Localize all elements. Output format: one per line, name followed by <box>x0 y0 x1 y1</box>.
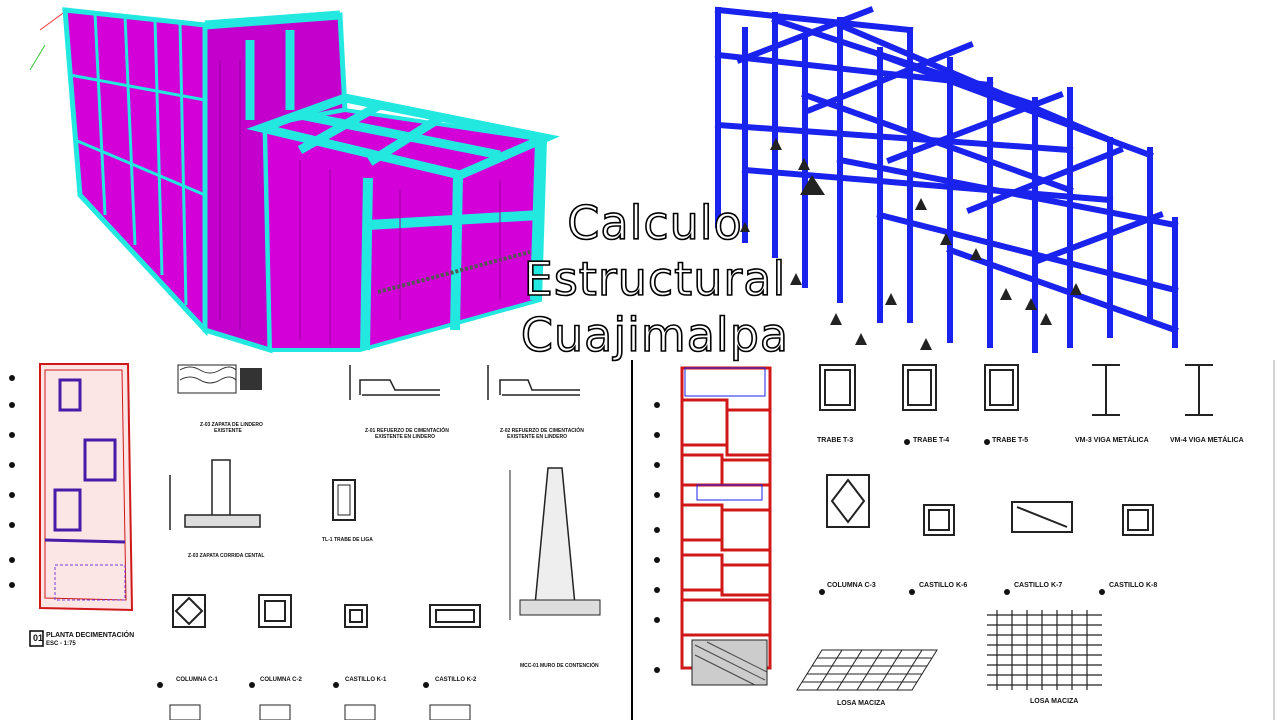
detail-t3-title: TRABE T-3 <box>817 437 854 444</box>
structural-details-drawing <box>654 360 1275 720</box>
detail-z02-subtitle: EXISTENTE EN LINDERO <box>507 434 568 440</box>
detail-k1-title: CASTILLO K-1 <box>345 677 387 683</box>
plan-number: 01 <box>33 633 44 643</box>
foundation-plan-sheet: 01 PLANTA DECIMENTACIÓN ESC - 1:75 Z-03 … <box>0 360 635 720</box>
title-line-2: Estructural <box>523 251 787 307</box>
detail-z03b-title: Z-03 ZAPATA CORRIDA CENTAL <box>188 553 265 559</box>
detail-t5-title: TRABE T-5 <box>992 437 1029 444</box>
detail-losa1-title: LOSA MACIZA <box>837 700 886 707</box>
detail-vm3-title: VM-3 VIGA METÁLICA <box>1075 437 1149 444</box>
detail-tl1-title: TL-1 TRABE DE LIGA <box>322 537 373 543</box>
detail-t4-title: TRABE T-4 <box>913 437 950 444</box>
detail-k7-title: CASTILLO K-7 <box>1014 582 1063 589</box>
page-title: Calculo Estructural Cuajimalpa <box>520 195 790 363</box>
detail-mcc-title: MCC-01 MURO DE CONTENCIÓN <box>520 663 599 669</box>
title-line-1: Calculo <box>566 195 743 251</box>
detail-c3-title: COLUMNA C-3 <box>827 582 876 589</box>
detail-k2-title: CASTILLO K-2 <box>435 677 477 683</box>
detail-c2-title: COLUMNA C-2 <box>260 677 302 683</box>
detail-vm4-title: VM-4 VIGA METÁLICA <box>1170 437 1244 444</box>
structural-details-sheet: TRABE T-3 TRABE T-4 TRABE T-5 VM-3 VIGA … <box>637 360 1280 720</box>
plan-title: PLANTA DECIMENTACIÓN <box>46 632 135 639</box>
detail-losa2-title: LOSA MACIZA <box>1030 698 1079 705</box>
detail-z01-subtitle: EXISTENTE EN LINDERO <box>375 434 436 440</box>
title-line-3: Cuajimalpa <box>520 307 790 363</box>
detail-z03-subtitle: EXISTENTE <box>214 428 242 434</box>
detail-k8-title: CASTILLO K-8 <box>1109 582 1158 589</box>
detail-c1-title: COLUMNA C-1 <box>176 677 218 683</box>
plan-scale: ESC - 1:75 <box>46 641 76 647</box>
detail-k6-title: CASTILLO K-6 <box>919 582 968 589</box>
